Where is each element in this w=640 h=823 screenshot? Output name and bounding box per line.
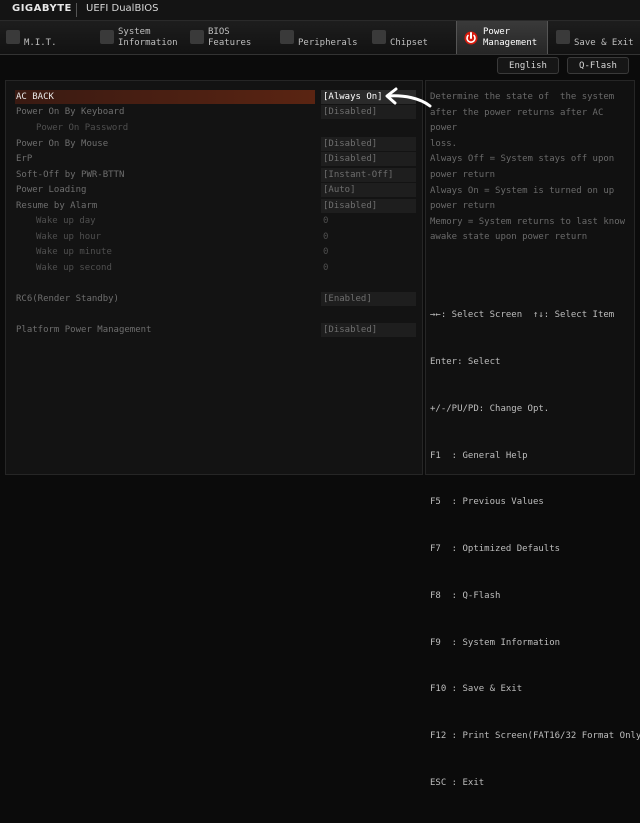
exit-icon	[556, 30, 570, 44]
setting-resume-by-alarm[interactable]: Resume by Alarm [Disabled]	[16, 199, 416, 213]
tab-power-management[interactable]: Power Management	[456, 21, 548, 54]
tab-label: M.I.T.	[24, 38, 57, 48]
setting-label: Power On Password	[36, 123, 129, 133]
setting-wake-up-hour: Wake up hour 0	[16, 230, 416, 244]
product-name: UEFI DualBIOS	[86, 3, 159, 14]
key-help-f1: F1 : General Help	[430, 450, 528, 461]
setting-power-loading[interactable]: Power Loading [Auto]	[16, 183, 416, 197]
setting-label: Power On By Mouse	[16, 139, 109, 149]
chip-icon	[190, 30, 204, 44]
setting-rc6-render-standby[interactable]: RC6(Render Standby) [Enabled]	[16, 292, 416, 306]
key-help-list: →←: Select Screen ↑↓: Select Item Enter:…	[430, 277, 640, 823]
setting-value[interactable]: [Disabled]	[321, 152, 416, 166]
tab-save-exit[interactable]: Save & Exit	[550, 21, 640, 54]
cpu-icon	[372, 30, 386, 44]
sub-toolbar: English Q-Flash	[0, 55, 640, 75]
setting-label: Platform Power Management	[16, 325, 152, 335]
setting-label: AC BACK	[16, 92, 54, 102]
language-button[interactable]: English	[497, 57, 559, 74]
key-help-enter: Enter: Select	[430, 356, 501, 367]
plug-icon	[280, 30, 294, 44]
selection-highlight	[15, 90, 315, 104]
tab-system-information[interactable]: System Information	[94, 21, 182, 54]
setting-power-on-by-mouse[interactable]: Power On By Mouse [Disabled]	[16, 137, 416, 151]
title-bar: GIGABYTE UEFI DualBIOS	[0, 0, 640, 21]
key-help-navigate: →←: Select Screen ↑↓: Select Item	[430, 310, 615, 321]
setting-label: Wake up second	[36, 263, 112, 273]
setting-value[interactable]: [Auto]	[321, 183, 416, 197]
setting-value: 0	[323, 263, 329, 273]
setting-value: 0	[323, 216, 329, 226]
brand-logo: GIGABYTE	[12, 3, 72, 14]
help-text: Determine the state of the system after …	[430, 92, 626, 243]
gear-icon	[100, 30, 114, 44]
key-help-f10: F10 : Save & Exit	[430, 684, 523, 695]
power-icon	[463, 30, 478, 45]
tab-label: System Information	[118, 27, 178, 48]
settings-panel: AC BACK [Always On] Power On By Keyboard…	[5, 80, 423, 475]
tab-label: Chipset	[390, 38, 428, 48]
menu-tabs: M.I.T. System Information BIOS Features …	[0, 21, 640, 55]
key-help-f5: F5 : Previous Values	[430, 497, 544, 508]
setting-value[interactable]: [Instant-Off]	[321, 168, 416, 182]
setting-label: Power On By Keyboard	[16, 107, 125, 117]
setting-power-on-by-keyboard[interactable]: Power On By Keyboard [Disabled]	[16, 105, 416, 119]
setting-label: Soft-Off by PWR-BTTN	[16, 170, 125, 180]
setting-label: ErP	[16, 154, 33, 164]
setting-value[interactable]: [Disabled]	[321, 137, 416, 151]
setting-value: 0	[323, 247, 329, 257]
setting-value: 0	[323, 232, 329, 242]
tab-label: Save & Exit	[574, 38, 634, 48]
gauge-icon	[6, 30, 20, 44]
setting-label: Wake up day	[36, 216, 96, 226]
key-help-f9: F9 : System Information	[430, 637, 561, 648]
setting-value[interactable]: [Enabled]	[321, 292, 416, 306]
tab-bios-features[interactable]: BIOS Features	[184, 21, 272, 54]
annotation-arrow-icon	[385, 87, 432, 108]
help-panel: Determine the state of the system after …	[425, 80, 640, 788]
setting-soft-off-by-pwr-bttn[interactable]: Soft-Off by PWR-BTTN [Instant-Off]	[16, 168, 416, 182]
setting-label: Wake up minute	[36, 247, 112, 257]
setting-ac-back[interactable]: AC BACK [Always On]	[15, 90, 416, 104]
setting-platform-power-management[interactable]: Platform Power Management [Disabled]	[16, 323, 416, 337]
key-help-change: +/-/PU/PD: Change Opt.	[430, 403, 550, 414]
setting-wake-up-minute: Wake up minute 0	[16, 245, 416, 259]
tab-label: Peripherals	[298, 38, 358, 48]
key-help-f8: F8 : Q-Flash	[430, 590, 501, 601]
qflash-button[interactable]: Q-Flash	[567, 57, 629, 74]
setting-value[interactable]: [Disabled]	[321, 323, 416, 337]
setting-label: RC6(Render Standby)	[16, 294, 119, 304]
setting-value[interactable]: [Disabled]	[321, 199, 416, 213]
setting-label: Resume by Alarm	[16, 201, 98, 211]
tab-label: Power Management	[483, 27, 538, 48]
tab-chipset[interactable]: Chipset	[366, 21, 454, 54]
setting-label: Wake up hour	[36, 232, 102, 242]
tab-peripherals[interactable]: Peripherals	[274, 21, 364, 54]
setting-label: Power Loading	[16, 185, 87, 195]
key-help-f7: F7 : Optimized Defaults	[430, 544, 561, 555]
setting-power-on-password: Power On Password	[16, 121, 416, 135]
setting-erp[interactable]: ErP [Disabled]	[16, 152, 416, 166]
tab-mit[interactable]: M.I.T.	[0, 21, 92, 54]
key-help-f12: F12 : Print Screen(FAT16/32 Format Only)	[430, 731, 640, 742]
setting-wake-up-second: Wake up second 0	[16, 261, 416, 275]
title-separator	[76, 3, 77, 17]
setting-wake-up-day: Wake up day 0	[16, 214, 416, 228]
key-help-esc: ESC : Exit	[430, 778, 485, 788]
tab-label: BIOS Features	[208, 27, 252, 48]
